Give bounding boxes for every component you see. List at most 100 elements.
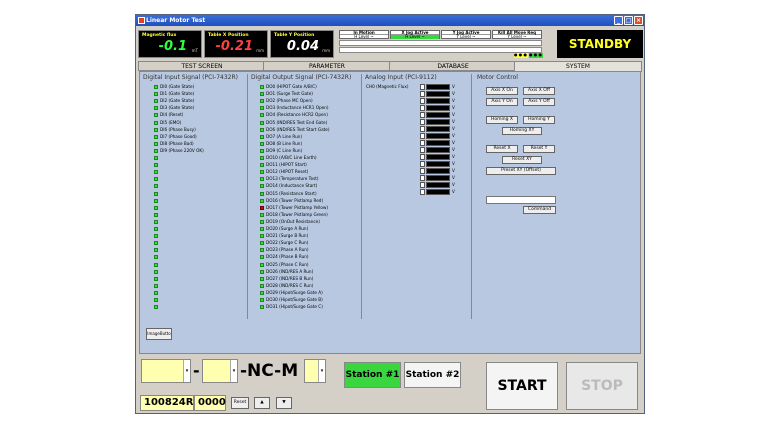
x-jog-active-status: X Jog Active H Level ~ xyxy=(390,30,440,39)
digital-input-item: DI2 (Gate State) xyxy=(154,98,194,104)
model-combo-2[interactable]: ▾ xyxy=(202,359,238,383)
digital-output-item: DO3 (Inductance HCR1 Open) xyxy=(260,105,329,111)
start-button[interactable]: START xyxy=(486,362,558,410)
status-led-icon xyxy=(154,92,158,97)
model-combo-3[interactable]: ▾ xyxy=(304,359,326,383)
axis-x-on-button[interactable]: Axis X On xyxy=(486,87,518,95)
analog-channel-checkbox[interactable] xyxy=(420,98,425,104)
digital-input-item xyxy=(154,254,160,260)
digital-output-item: DO0 (HIPOT Gate A/B/C) xyxy=(260,84,317,90)
table-x-position-display: Table X Position -0.21 mm xyxy=(204,30,268,58)
analog-channel-checkbox[interactable] xyxy=(420,147,425,153)
analog-value-bar xyxy=(426,147,450,153)
status-led-icon xyxy=(154,134,158,139)
chevron-down-icon[interactable]: ▾ xyxy=(183,360,190,382)
chevron-down-icon[interactable]: ▾ xyxy=(230,360,237,382)
homing-xy-button[interactable]: Homing XY xyxy=(502,127,542,135)
analog-channel-checkbox[interactable] xyxy=(420,119,425,125)
analog-value-bar xyxy=(426,189,450,195)
status-row-3 xyxy=(339,47,542,53)
axis-x-off-button[interactable]: Axis X Off xyxy=(523,87,555,95)
count-field[interactable]: 0000 xyxy=(194,395,226,411)
status-led-icon xyxy=(260,106,264,111)
tab-parameter[interactable]: PARAMETER xyxy=(263,61,391,71)
chevron-down-icon[interactable]: ▾ xyxy=(318,360,325,382)
stop-button[interactable]: STOP xyxy=(566,362,638,410)
status-led-icon xyxy=(260,283,264,288)
signal-label: DO24 (Phase B Run) xyxy=(266,254,309,260)
command-button[interactable]: Command xyxy=(523,206,556,214)
reset-count-button[interactable]: Reset xyxy=(231,397,249,409)
status-led-icon xyxy=(260,92,264,97)
preset-xy-offset-button[interactable]: Preset XY (Offset) xyxy=(486,167,556,175)
signal-label: DI9 (Phase 220V OK) xyxy=(160,147,204,153)
analog-channel-checkbox[interactable] xyxy=(420,112,425,118)
status-led-icon xyxy=(260,191,264,196)
separator-dash: - xyxy=(193,361,200,380)
status-led-icon xyxy=(154,113,158,118)
maximize-icon[interactable]: □ xyxy=(624,16,633,25)
tab-test-screen[interactable]: TEST SCREEN xyxy=(138,61,266,71)
image-button[interactable]: ImageButto xyxy=(146,328,172,340)
analog-value-bar xyxy=(426,175,450,181)
table-y-position-display: Table Y Position 0.04 mm xyxy=(270,30,334,58)
digital-output-item: DO5 (IND/RES Test End Gate) xyxy=(260,120,327,126)
analog-channel-checkbox[interactable] xyxy=(420,189,425,195)
system-panel: Digital Input Signal (PCI-7432R) DI0 (Ga… xyxy=(139,71,641,354)
status-led-icon xyxy=(260,255,264,260)
tab-database[interactable]: DATABASE xyxy=(389,61,517,71)
analog-channel-checkbox[interactable] xyxy=(420,182,425,188)
analog-value-bar xyxy=(426,140,450,146)
in-motion-status: In Motion H Level ~ xyxy=(339,30,389,39)
reset-xy-button[interactable]: Reset XY xyxy=(502,156,542,164)
axis-y-off-button[interactable]: Axis Y Off xyxy=(523,98,555,106)
status-led-icon xyxy=(154,141,158,146)
up-arrow-icon[interactable]: ▲ xyxy=(254,397,270,409)
signal-label: DO18 (Tower Pistlamp Green) xyxy=(266,211,328,217)
analog-channel-checkbox[interactable] xyxy=(420,84,425,90)
homing-y-button[interactable]: Homing Y xyxy=(523,116,555,124)
analog-channel-checkbox[interactable] xyxy=(420,91,425,97)
reset-y-button[interactable]: Reset Y xyxy=(523,145,555,153)
status-led-icon xyxy=(260,248,264,253)
axis-y-on-button[interactable]: Axis Y On xyxy=(486,98,518,106)
homing-x-button[interactable]: Homing X xyxy=(486,116,518,124)
signal-label: DO21 (Surge B Run) xyxy=(266,233,309,239)
analog-channel-checkbox[interactable] xyxy=(420,126,425,132)
model-combo-1[interactable]: ▾ xyxy=(141,359,191,383)
digital-input-item xyxy=(154,283,160,289)
analog-channel-checkbox[interactable] xyxy=(420,168,425,174)
status-led-icon xyxy=(260,85,264,89)
status-led-icon xyxy=(154,148,158,153)
analog-value-bar xyxy=(426,119,450,125)
digital-output-item: DO8 (B Line Run) xyxy=(260,141,302,147)
analog-channel-checkbox[interactable] xyxy=(420,140,425,146)
station-1-button[interactable]: Station #1 xyxy=(344,362,401,388)
digital-input-item: DI8 (Phase Bad) xyxy=(154,141,194,147)
digital-output-item: DO31 (Hipot/Surge Gate C) xyxy=(260,304,323,310)
reset-x-button[interactable]: Reset X xyxy=(486,145,518,153)
minimize-icon[interactable]: _ xyxy=(614,16,623,25)
analog-channel-checkbox[interactable] xyxy=(420,175,425,181)
analog-channel-checkbox[interactable] xyxy=(420,105,425,111)
down-arrow-icon[interactable]: ▼ xyxy=(276,397,292,409)
signal-label: DI3 (Gate State) xyxy=(160,105,195,111)
status-led-icon xyxy=(154,262,158,267)
digital-output-item: DO17 (Tower Pistlamp Yellow) xyxy=(260,205,328,211)
digital-output-item: DO25 (Phase C Run) xyxy=(260,262,309,268)
analog-channel-checkbox[interactable] xyxy=(420,161,425,167)
analog-channel-checkbox[interactable] xyxy=(420,133,425,139)
analog-value-bar xyxy=(426,182,450,188)
station-2-button[interactable]: Station #2 xyxy=(404,362,461,388)
digital-input-item xyxy=(154,191,160,197)
digital-output-item: DO30 (Hipot/Surge Gate B) xyxy=(260,297,323,303)
analog-unit-label: V xyxy=(452,126,455,131)
close-icon[interactable]: × xyxy=(634,16,643,25)
command-input[interactable] xyxy=(486,196,556,204)
status-led-icon xyxy=(260,205,264,210)
serial-field[interactable]: 100824R xyxy=(140,395,194,411)
analog-channel-checkbox[interactable] xyxy=(420,154,425,160)
status-led-icon xyxy=(260,120,264,125)
analog-unit-label: V xyxy=(452,161,455,166)
digital-output-item: DO14 (Inductance Start) xyxy=(260,183,317,189)
